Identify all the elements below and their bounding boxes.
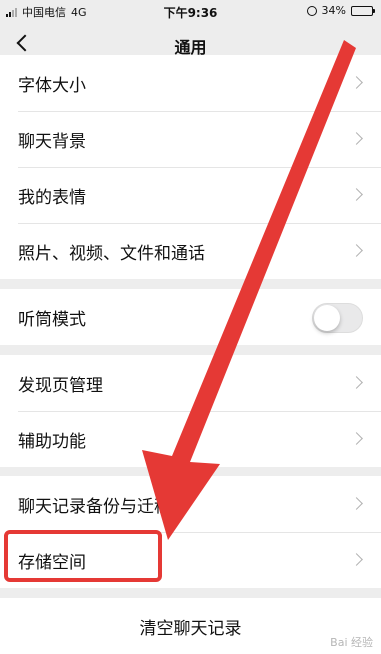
settings-group-features: 发现页管理 辅助功能	[0, 355, 381, 467]
row-storage-space[interactable]: 存储空间	[0, 532, 381, 588]
status-bar: 中国电信 4G 下午9:36 34%	[0, 0, 381, 22]
row-label: 存储空间	[18, 552, 86, 573]
chevron-right-icon	[350, 497, 363, 510]
row-chat-background[interactable]: 聊天背景	[0, 111, 381, 167]
chevron-right-icon	[350, 432, 363, 445]
row-label: 聊天记录备份与迁移	[18, 496, 171, 517]
battery-percent: 34%	[321, 4, 346, 17]
settings-group-display: 字体大小 聊天背景 我的表情 照片、视频、文件和通话	[0, 55, 381, 279]
battery-icon	[351, 5, 375, 16]
status-right: 34%	[306, 4, 375, 17]
chevron-right-icon	[350, 553, 363, 566]
row-label: 发现页管理	[18, 375, 103, 396]
chevron-right-icon	[350, 244, 363, 257]
alarm-icon	[306, 5, 317, 16]
chevron-right-icon	[350, 132, 363, 145]
chevron-right-icon	[350, 76, 363, 89]
row-media-files-calls[interactable]: 照片、视频、文件和通话	[0, 223, 381, 279]
row-label: 听筒模式	[18, 309, 86, 330]
row-my-stickers[interactable]: 我的表情	[0, 167, 381, 223]
row-earpiece-mode: 听筒模式	[0, 289, 381, 345]
watermark: Bai 经验	[330, 636, 373, 649]
row-label: 辅助功能	[18, 431, 86, 452]
earpiece-mode-toggle[interactable]	[312, 303, 363, 333]
chevron-right-icon	[350, 376, 363, 389]
row-label: 聊天背景	[18, 131, 86, 152]
row-label: 照片、视频、文件和通话	[18, 243, 205, 264]
clear-chat-history-button[interactable]: 清空聊天记录	[0, 598, 381, 654]
row-font-size[interactable]: 字体大小	[0, 55, 381, 111]
row-discover-management[interactable]: 发现页管理	[0, 355, 381, 411]
settings-group-earpiece: 听筒模式	[0, 289, 381, 345]
row-label: 字体大小	[18, 75, 86, 96]
chevron-right-icon	[350, 188, 363, 201]
row-accessibility[interactable]: 辅助功能	[0, 411, 381, 467]
toggle-knob	[314, 305, 340, 331]
row-label: 我的表情	[18, 187, 86, 208]
settings-group-storage: 聊天记录备份与迁移 存储空间	[0, 476, 381, 588]
row-chat-backup-migration[interactable]: 聊天记录备份与迁移	[0, 476, 381, 532]
